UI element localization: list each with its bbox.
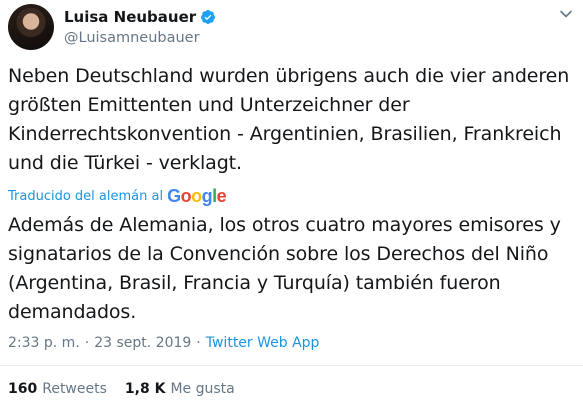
translated-by[interactable]: Traducido del alemán al Google bbox=[8, 186, 227, 207]
translated-text: Además de Alemania, los otros cuatro may… bbox=[8, 214, 561, 323]
tweet-meta: 2:33 p. m. · 23 sept. 2019 · Twitter Web… bbox=[8, 332, 319, 354]
tweet-header: Luisa Neubauer @Luisamneubauer bbox=[8, 4, 216, 50]
tweet-date[interactable]: 23 sept. 2019 bbox=[94, 335, 191, 351]
divider bbox=[0, 365, 583, 366]
translated-label: Traducido del alemán al bbox=[8, 189, 164, 204]
meta-separator: · bbox=[84, 335, 90, 351]
author-info: Luisa Neubauer @Luisamneubauer bbox=[64, 4, 216, 48]
display-name[interactable]: Luisa Neubauer bbox=[64, 8, 196, 26]
tweet-source[interactable]: Twitter Web App bbox=[206, 335, 320, 351]
name-row: Luisa Neubauer bbox=[64, 6, 216, 28]
retweets-label: Retweets bbox=[42, 381, 107, 397]
likes-label: Me gusta bbox=[170, 381, 235, 397]
chevron-down-icon[interactable] bbox=[559, 6, 573, 20]
tweet-card: Luisa Neubauer @Luisamneubauer Neben Deu… bbox=[0, 0, 583, 404]
avatar[interactable] bbox=[8, 4, 54, 50]
handle[interactable]: @Luisamneubauer bbox=[64, 28, 216, 48]
retweets-count: 160 bbox=[8, 381, 38, 397]
tweet-stats: 160 Retweets 1,8 K Me gusta bbox=[8, 379, 235, 399]
tweet-text: Neben Deutschland wurden übrigens auch d… bbox=[8, 65, 570, 174]
google-logo: Google bbox=[167, 186, 227, 206]
meta-separator: · bbox=[196, 335, 201, 351]
likes-stat[interactable]: 1,8 K Me gusta bbox=[125, 381, 235, 397]
verified-badge-icon bbox=[200, 9, 216, 25]
retweets-stat[interactable]: 160 Retweets bbox=[8, 381, 107, 397]
tweet-time[interactable]: 2:33 p. m. bbox=[8, 335, 80, 351]
likes-count: 1,8 K bbox=[124, 381, 166, 397]
